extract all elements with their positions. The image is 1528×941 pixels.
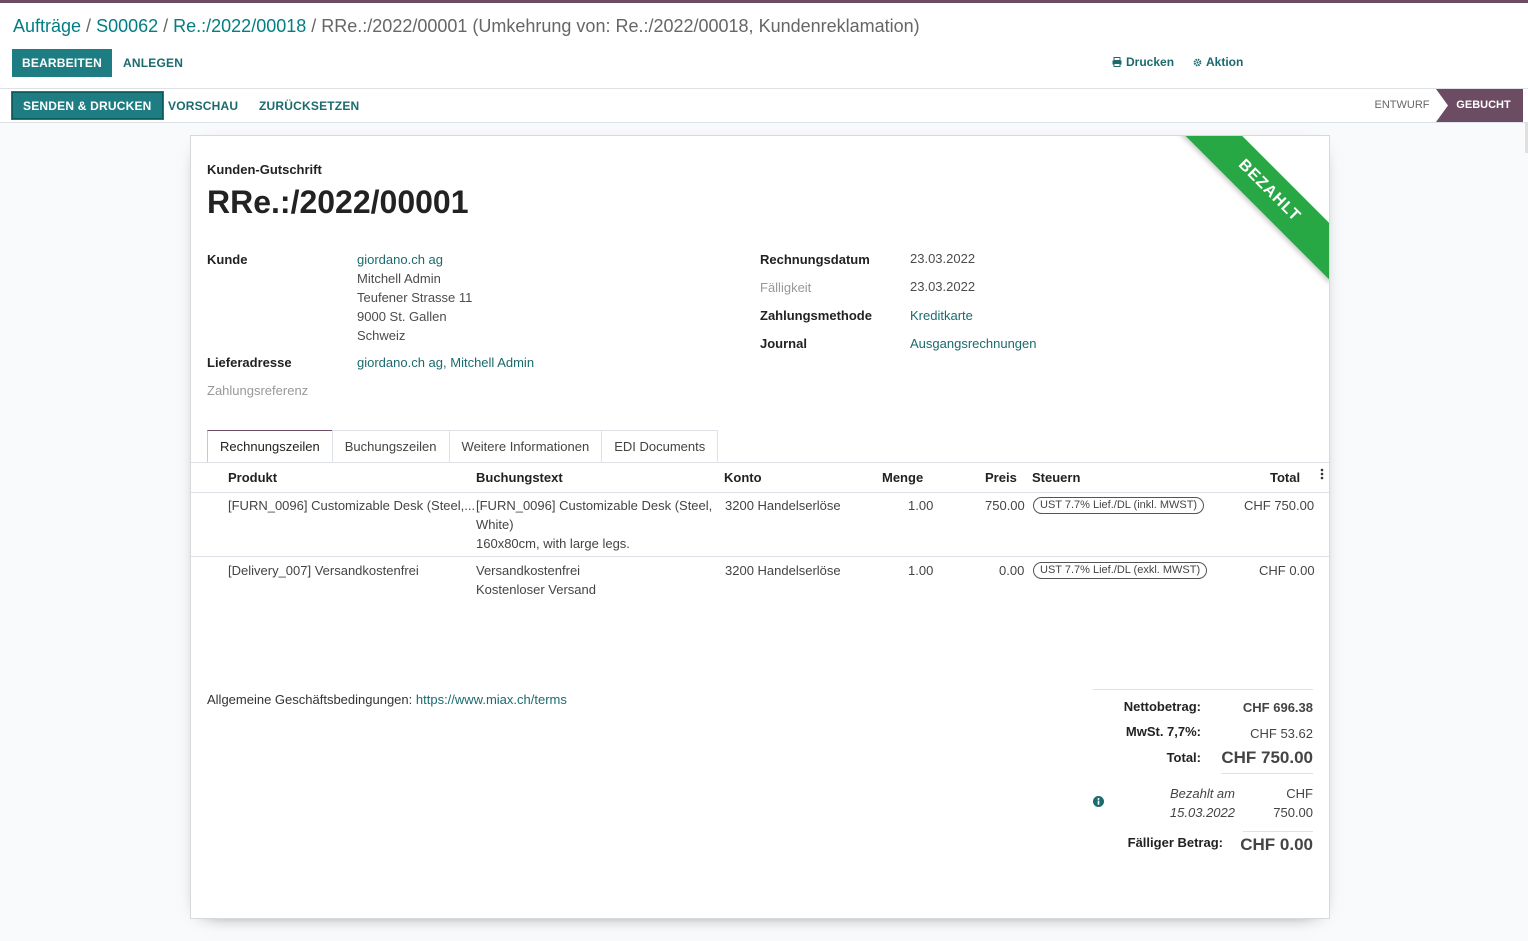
print-icon [1112,57,1122,67]
paid-currency: CHF [1286,786,1313,801]
paid-on-label: Bezahlt am 15.03.2022 [1135,784,1235,822]
line-2-label-2: Kostenloser Versand [476,582,596,597]
line-1-product[interactable]: [FURN_0096] Customizable Desk (Steel,... [228,496,475,515]
tab-invoice-lines[interactable]: Rechnungszeilen [207,430,333,463]
breadcrumb-orders[interactable]: Aufträge [13,16,81,36]
optional-columns-icon[interactable] [1320,467,1324,484]
control-panel: Aufträge / S00062/Re.:/2022/00018/RRe.:/20… [0,3,1528,89]
vat-label: MwSt. 7,7%: [1125,724,1201,739]
stage-draft: ENTWURF [1374,99,1430,111]
paid-on-text: Bezahlt am [1169,786,1235,801]
column-header-taxes[interactable]: Steuern [1032,470,1080,485]
breadcrumb-sale-order[interactable]: S00062 [96,16,158,36]
line-2-total: CHF 0.00 [1259,563,1315,578]
payment-info-icon[interactable] [1093,795,1104,810]
journal-label: Journal [760,336,807,351]
tab-other-info[interactable]: Weitere Informationen [448,430,603,463]
paid-amount: CHF 750.00 [1241,784,1313,822]
column-header-label[interactable]: Buchungstext [476,470,563,485]
line-1-tax-badge[interactable]: UST 7.7% Lief./DL (inkl. MWST) [1033,497,1205,514]
tab-journal-items[interactable]: Buchungszeilen [331,430,450,463]
invoice-date-value: 23.03.2022 [910,251,976,266]
total-label: Total: [1166,750,1201,765]
delivery-address-label: Lieferadresse [207,355,292,370]
line-2-quantity[interactable]: 1.00 [908,561,933,580]
line-1-account[interactable]: 3200 Handelserlöse [725,496,841,515]
amount-due-label: Fälliger Betrag: [1127,835,1223,850]
customer-city: 9000 St. Gallen [357,309,447,324]
invoice-date-label: Rechnungsdatum [760,252,870,267]
line-2-tax-badge[interactable]: UST 7.7% Lief./DL (exkl. MWST) [1033,562,1208,579]
paid-ribbon-label: BEZAHLT [1177,136,1329,283]
line-1-price[interactable]: 750.00 [985,496,1025,515]
line-2-label[interactable]: Versandkostenfrei Kostenloser Versand [476,561,596,599]
line-1-label-3: 160x80cm, with large legs. [476,536,630,551]
breadcrumb: Aufträge / S00062/Re.:/2022/00018/RRe.:/20… [13,16,920,36]
customer-country: Schweiz [357,328,406,343]
column-header-account[interactable]: Konto [724,470,762,485]
column-header-product[interactable]: Produkt [228,470,277,485]
line-1-total: CHF 750.00 [1244,498,1315,513]
row-divider [191,556,1329,557]
column-header-total[interactable]: Total [1270,470,1300,485]
delivery-address-link[interactable]: giordano.ch ag, Mitchell Admin [357,355,534,370]
customer-address: giordano.ch ag Mitchell Admin Teufener S… [357,250,472,345]
header-divider [191,492,1329,493]
payment-method-link[interactable]: Kreditkarte [910,308,973,323]
tab-edi-documents[interactable]: EDI Documents [601,430,719,463]
paid-value: 750.00 [1273,805,1313,820]
edit-button[interactable]: BEARBEITEN [12,49,113,77]
line-1-label-2: White) [476,517,514,532]
column-header-price[interactable]: Preis [985,470,1017,485]
line-2-account[interactable]: 3200 Handelserlöse [725,561,841,580]
terms-note: Allgemeine Geschäftsbedingungen: https:/… [207,690,567,709]
net-amount-value: CHF 696.38 [1242,700,1313,715]
document-type: Kunden-Gutschrift [207,162,322,177]
terms-label: Allgemeine Geschäftsbedingungen: [207,692,413,707]
print-menu-button[interactable]: Drucken [1112,55,1174,69]
document-number: RRe.:/2022/00001 [207,184,469,220]
line-2-product[interactable]: [Delivery_007] Versandkostenfrei [228,561,419,580]
vat-value: CHF 53.62 [1250,726,1313,741]
paid-ribbon: BEZAHLT [1169,136,1329,296]
print-label: Drucken [1126,55,1175,69]
form-sheet: BEZAHLT Kunden-Gutschrift RRe.:/2022/000… [190,135,1330,919]
due-divider [1243,831,1313,832]
due-date-value: 23.03.2022 [910,279,976,294]
tab-divider [191,462,1329,463]
line-1-quantity[interactable]: 1.00 [908,496,933,515]
breadcrumb-current: RRe.:/2022/00001 (Umkehrung von: Re.:/20… [321,16,920,36]
payment-reference-label: Zahlungsreferenz [207,383,309,398]
total-value: CHF 750.00 [1221,748,1313,767]
gear-icon [1193,58,1202,66]
reset-to-draft-button[interactable]: ZURÜCKSETZEN [259,92,359,120]
notebook-tabs: Rechnungszeilen Buchungszeilen Weitere I… [207,430,719,463]
net-amount-label: Nettobetrag: [1123,699,1201,714]
action-menu-button[interactable]: Aktion [1193,55,1243,69]
paid-date: 15.03.2022 [1169,805,1235,820]
line-1-label-1: [FURN_0096] Customizable Desk (Steel, [476,498,713,513]
customer-label: Kunde [207,252,248,267]
total-divider [1221,773,1313,774]
terms-link[interactable]: https://www.miax.ch/terms [416,692,567,707]
create-button[interactable]: ANLEGEN [123,49,183,77]
line-2-price[interactable]: 0.00 [999,561,1024,580]
stage-posted: GEBUCHT [1436,89,1523,122]
journal-link[interactable]: Ausgangsrechnungen [910,336,1037,351]
column-header-quantity[interactable]: Menge [882,470,923,485]
status-bar: SENDEN & DRUCKEN VORSCHAU ZURÜCKSETZEN E… [0,89,1528,123]
preview-button[interactable]: VORSCHAU [168,92,238,120]
breadcrumb-invoice[interactable]: Re.:/2022/00018 [173,16,306,36]
action-label: Aktion [1206,55,1244,69]
totals-divider [1093,689,1313,690]
customer-link[interactable]: giordano.ch ag [357,252,443,267]
due-date-label: Fälligkeit [760,280,812,295]
payment-method-label: Zahlungsmethode [760,308,872,323]
send-and-print-button[interactable]: SENDEN & DRUCKEN [11,91,164,120]
line-2-label-1: Versandkostenfrei [476,563,581,578]
amount-due-value: CHF 0.00 [1240,835,1313,854]
line-1-label[interactable]: [FURN_0096] Customizable Desk (Steel, Wh… [476,496,712,553]
customer-contact: Mitchell Admin [357,271,441,286]
customer-street: Teufener Strasse 11 [357,290,473,305]
